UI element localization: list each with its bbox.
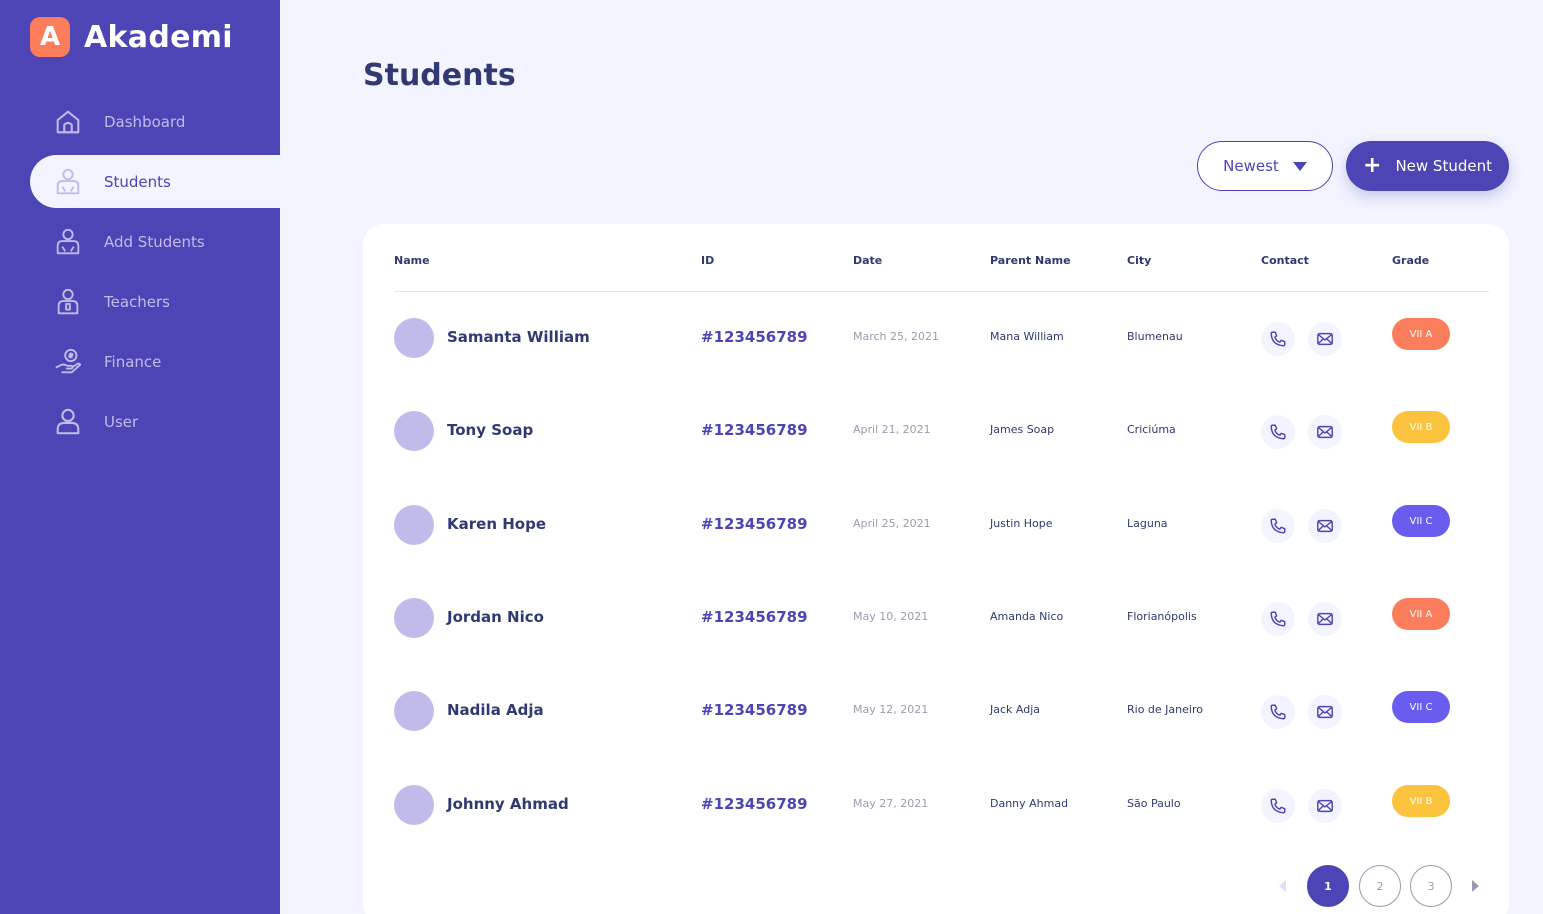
column-header-id[interactable]: ID	[701, 254, 714, 267]
table-row[interactable]: Jordan Nico #123456789 May 10, 2021 Aman…	[0, 598, 1543, 658]
column-header-name[interactable]: Name	[394, 254, 430, 267]
phone-icon[interactable]	[1261, 509, 1295, 543]
student-id: #123456789	[701, 701, 808, 719]
student-date: April 25, 2021	[853, 517, 931, 530]
column-header-contact[interactable]: Contact	[1261, 254, 1309, 267]
page-title: Students	[363, 58, 516, 93]
phone-icon[interactable]	[1261, 695, 1295, 729]
page-button-1[interactable]: 1	[1307, 865, 1349, 907]
student-city: Rio de Janeiro	[1127, 703, 1203, 716]
parent-name: James Soap	[990, 423, 1055, 436]
grade-badge: VII C	[1392, 505, 1450, 537]
student-city: São Paulo	[1127, 797, 1181, 810]
prev-page-icon[interactable]	[1279, 880, 1286, 892]
table-row[interactable]: Tony Soap #123456789 April 21, 2021 Jame…	[0, 411, 1543, 471]
student-id: #123456789	[701, 608, 808, 626]
avatar	[394, 691, 434, 731]
student-name[interactable]: Karen Hope	[447, 515, 546, 533]
grade-badge: VII A	[1392, 318, 1450, 350]
student-date: May 12, 2021	[853, 703, 929, 716]
sidebar-item-add-students[interactable]: Add Students	[30, 215, 280, 268]
table-row[interactable]: Johnny Ahmad #123456789 May 27, 2021 Dan…	[0, 785, 1543, 845]
column-header-date[interactable]: Date	[853, 254, 882, 267]
parent-name: Mana William	[990, 330, 1064, 343]
mail-icon[interactable]	[1308, 695, 1342, 729]
avatar	[394, 318, 434, 358]
page-button-2[interactable]: 2	[1359, 865, 1401, 907]
new-student-button[interactable]: + New Student	[1346, 141, 1509, 191]
student-city: Blumenau	[1127, 330, 1183, 343]
table-row[interactable]: Nadila Adja #123456789 May 12, 2021 Jack…	[0, 691, 1543, 751]
next-page-icon[interactable]	[1472, 880, 1479, 892]
sidebar-item-dashboard[interactable]: Dashboard	[30, 95, 280, 148]
grade-badge: VII A	[1392, 598, 1450, 630]
phone-icon[interactable]	[1261, 602, 1295, 636]
table-row[interactable]: Karen Hope #123456789 April 25, 2021 Jus…	[0, 505, 1543, 565]
parent-name: Danny Ahmad	[990, 797, 1069, 810]
sort-dropdown-label: Newest	[1223, 157, 1279, 175]
grade-badge: VII B	[1392, 785, 1450, 817]
parent-name: Jack Adja	[990, 703, 1041, 716]
phone-icon[interactable]	[1261, 322, 1295, 356]
student-id: #123456789	[701, 421, 808, 439]
student-name[interactable]: Jordan Nico	[447, 608, 544, 626]
table-row[interactable]: Samanta William #123456789 March 25, 202…	[0, 318, 1543, 378]
student-name[interactable]: Samanta William	[447, 328, 590, 346]
avatar	[394, 598, 434, 638]
student-city: Florianópolis	[1127, 610, 1197, 623]
sidebar-item-label: Dashboard	[104, 112, 186, 131]
sidebar-item-label: Teachers	[104, 292, 170, 311]
sidebar-nav: Dashboard Students Add Students Teachers…	[30, 95, 280, 455]
student-id: #123456789	[701, 795, 808, 813]
phone-icon[interactable]	[1261, 789, 1295, 823]
caret-down-icon	[1292, 161, 1307, 171]
brand-logo: A	[30, 17, 70, 57]
grade-badge: VII B	[1392, 411, 1450, 443]
mail-icon[interactable]	[1308, 415, 1342, 449]
page-button-3[interactable]: 3	[1410, 865, 1452, 907]
teacher-icon	[52, 286, 84, 318]
parent-name: Justin Hope	[990, 517, 1053, 530]
grade-badge: VII C	[1392, 691, 1450, 723]
brand-name: Akademi	[84, 19, 233, 55]
mail-icon[interactable]	[1308, 322, 1342, 356]
add-student-icon	[52, 226, 84, 258]
sidebar-item-students[interactable]: Students	[30, 155, 280, 208]
student-city: Laguna	[1127, 517, 1168, 530]
sort-dropdown[interactable]: Newest	[1197, 141, 1333, 191]
student-name[interactable]: Tony Soap	[447, 421, 533, 439]
brand[interactable]: A Akademi	[30, 17, 233, 57]
student-id: #123456789	[701, 515, 808, 533]
student-date: May 27, 2021	[853, 797, 929, 810]
student-date: May 10, 2021	[853, 610, 929, 623]
student-id: #123456789	[701, 328, 808, 346]
sidebar-item-label: Students	[104, 172, 171, 191]
plus-icon: +	[1363, 153, 1382, 178]
student-date: March 25, 2021	[853, 330, 940, 343]
mail-icon[interactable]	[1308, 789, 1342, 823]
student-city: Criciúma	[1127, 423, 1176, 436]
avatar	[394, 785, 434, 825]
parent-name: Amanda Nico	[990, 610, 1064, 623]
home-icon	[52, 106, 84, 138]
sidebar-item-label: Add Students	[104, 232, 205, 251]
table-header-divider	[394, 291, 1489, 292]
student-name[interactable]: Nadila Adja	[447, 701, 544, 719]
avatar	[394, 505, 434, 545]
mail-icon[interactable]	[1308, 509, 1342, 543]
column-header-city[interactable]: City	[1127, 254, 1151, 267]
column-header-grade[interactable]: Grade	[1392, 254, 1429, 267]
phone-icon[interactable]	[1261, 415, 1295, 449]
student-name[interactable]: Johnny Ahmad	[447, 795, 569, 813]
new-student-label: New Student	[1395, 157, 1492, 175]
student-date: April 21, 2021	[853, 423, 931, 436]
student-icon	[52, 166, 84, 198]
mail-icon[interactable]	[1308, 602, 1342, 636]
avatar	[394, 411, 434, 451]
column-header-parent-name[interactable]: Parent Name	[990, 254, 1071, 267]
